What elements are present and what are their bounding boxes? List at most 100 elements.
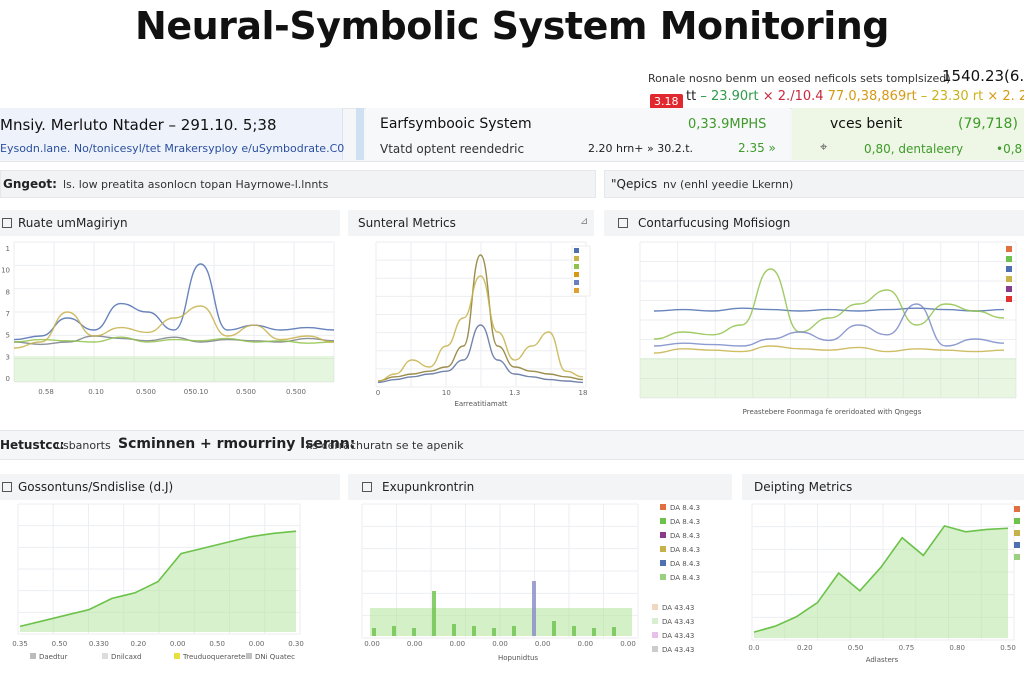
x-tick-label: 0.50: [209, 640, 225, 648]
bar: [412, 628, 416, 636]
legend-swatch: [652, 646, 658, 652]
delta-value: 77.0,38,869rt: [827, 89, 921, 104]
chart-2[interactable]: 0 10 1.3 18 Earreatitiamatt: [348, 238, 594, 413]
x-tick-label: 0.75: [899, 644, 915, 652]
bar: [572, 626, 576, 636]
header-right-panel[interactable]: vces benit (79,718) ⌖ 0,80, dentaleery •…: [792, 108, 1024, 160]
legend-swatch: [102, 653, 108, 659]
legend-swatch: [1014, 530, 1020, 536]
legend-swatch: [660, 574, 666, 580]
area-fill: [754, 525, 1008, 638]
chart-4[interactable]: 0.35 0.50 0.330 0.20 0.00 0.50 0.00 0.30 Daedtur…: [0, 500, 340, 670]
bar: [592, 628, 596, 636]
section-1-right-label: "Qepics: [611, 177, 658, 191]
legend-swatch: [574, 248, 579, 253]
legend-swatch: [574, 288, 579, 293]
x-tick-label: 0.00: [492, 640, 508, 648]
header-left-subtitle[interactable]: Eysodn.lane. No/tonicesyl/tet Mrakersypl…: [0, 142, 344, 155]
section-2-text1: usbanorts: [56, 439, 111, 452]
x-tick-label: 0.30: [288, 640, 304, 648]
legend-label: DA 8.4.3: [670, 546, 700, 554]
legend-swatch: [1014, 506, 1020, 512]
header-mid-rate: 0,33.9MPHS: [688, 117, 767, 132]
bar: [552, 621, 556, 636]
x-tick-label: 0.80: [949, 644, 965, 652]
section-header-1[interactable]: Gngeot: ls. low preatita asonlocn topan …: [0, 170, 596, 198]
legend-label: DA 43.43: [662, 604, 694, 612]
legend-label: DA 8.4.3: [670, 504, 700, 512]
chart-icon: [2, 482, 12, 492]
section-1-label: Gngeot:: [3, 177, 57, 191]
header-right-subtitle: 0,80, dentaleery: [864, 142, 964, 156]
x-tick-label: 0.58: [38, 388, 54, 396]
legend-label: DNi Quatec: [255, 653, 295, 661]
section-2-text3: ks cerrachuratn se te apenik: [306, 439, 464, 452]
legend-swatch: [660, 546, 666, 552]
target-icon: ⌖: [820, 140, 828, 155]
header-mid-panel[interactable]: Earfsymbooic System 0,33.9MPHS Vtatd opt…: [366, 108, 790, 160]
legend-label: Treuduoqueraretes: [182, 653, 249, 661]
legend-label: DA 43.43: [662, 632, 694, 640]
card-header-1[interactable]: Ruate umMagiriyn: [0, 210, 340, 236]
chart-icon: [618, 218, 628, 228]
x-tick-label: 0.20: [797, 644, 813, 652]
legend-swatch: [1006, 276, 1012, 282]
legend-swatch: [652, 604, 658, 610]
page-title: Neural-Symbolic System Monitoring: [135, 4, 889, 48]
card-2-title: Sunteral Metrics: [358, 216, 456, 230]
card-4-title: Gossontuns/Sndislise (d.J): [18, 480, 174, 494]
header-mid-values: 2.20 hrn+ » 30.2.t.: [588, 142, 693, 155]
chart-6[interactable]: 0.0 0.20 0.50 0.75 0.80 0.50Adlasters: [742, 500, 1024, 670]
x-tick-label: 1.3: [509, 389, 520, 397]
bar: [392, 626, 396, 636]
card-3-title: Contarfucusing Mofisiogn: [638, 216, 791, 230]
legend-swatch: [30, 653, 36, 659]
chart-3[interactable]: Preastebere Foonmaga fe oreridoated with…: [604, 238, 1024, 418]
x-tick-label: 0.00: [620, 640, 636, 648]
legend-swatch: [246, 653, 252, 659]
card-header-6[interactable]: Deipting Metrics: [742, 474, 1024, 500]
legend-label: DA 8.4.3: [670, 518, 700, 526]
card-6-title: Deipting Metrics: [754, 480, 853, 494]
section-1-text: ls. low preatita asonlocn topan Hayrnowe…: [63, 178, 329, 191]
x-tick-label: 10: [442, 389, 451, 397]
delta-strip: tt – 23.90rt × 2./10.4 77.0,38,869rt – 2…: [686, 89, 1024, 104]
card-header-2[interactable]: Sunteral Metrics ⊿: [348, 210, 594, 236]
x-axis-label: Hopunidtus: [498, 654, 538, 662]
chart-5[interactable]: 0.00 0.00 0.00 0.00 0.00 0.00 0.00 Hopunidtus DA…: [348, 500, 732, 670]
legend-swatch: [574, 264, 579, 269]
y-tick-label: 0: [6, 375, 10, 383]
legend-swatch: [1006, 256, 1012, 262]
legend-swatch: [1006, 266, 1012, 272]
series-line: [653, 307, 1005, 312]
section-header-2[interactable]: Hetustcc: usbanorts Scminnen + rmourriny…: [0, 430, 1024, 460]
card-header-5[interactable]: Exupunkrontrin: [348, 474, 732, 500]
legend-swatch: [660, 518, 666, 524]
legend-swatch: [660, 560, 666, 566]
header-left-panel[interactable]: Mnsiy. Merluto Ntader – 291.10. 5;38 Eys…: [0, 108, 344, 160]
card-header-4[interactable]: Gossontuns/Sndislise (d.J): [0, 474, 340, 500]
header-mid-trend: 2.35 »: [738, 141, 776, 155]
delta-value: × 2./10.4: [762, 89, 828, 104]
status-value: 1540.23(6.h: [942, 67, 1024, 85]
x-tick-label: 0.00: [249, 640, 265, 648]
card-header-3[interactable]: Contarfucusing Mofisiogn: [604, 210, 1024, 236]
expand-icon[interactable]: ⊿: [580, 216, 588, 227]
x-tick-label: 18: [579, 389, 588, 397]
series-line: [653, 268, 1005, 340]
y-tick-label: 8: [6, 288, 10, 296]
x-axis-label: Earreatitiamatt: [454, 400, 507, 408]
baseline-band: [14, 356, 334, 382]
legend-label: Daedtur: [39, 653, 68, 661]
legend-swatch: [1006, 296, 1012, 302]
baseline-band: [640, 358, 1016, 398]
delta-value: tt: [686, 89, 701, 104]
bar: [532, 581, 536, 636]
chart-1[interactable]: 0.58 0.10 0.500 050.10 0.500 0.500 1 10 8 7 5 3 0: [0, 238, 340, 403]
card-5-title: Exupunkrontrin: [382, 480, 475, 494]
legend-swatch: [652, 632, 658, 638]
x-tick-label: 0.500: [236, 388, 256, 396]
section-header-1-right[interactable]: "Qepics nv (enhl yeedie Lkernn): [604, 170, 1024, 198]
bar: [472, 626, 476, 636]
legend-label: DA 8.4.3: [670, 560, 700, 568]
